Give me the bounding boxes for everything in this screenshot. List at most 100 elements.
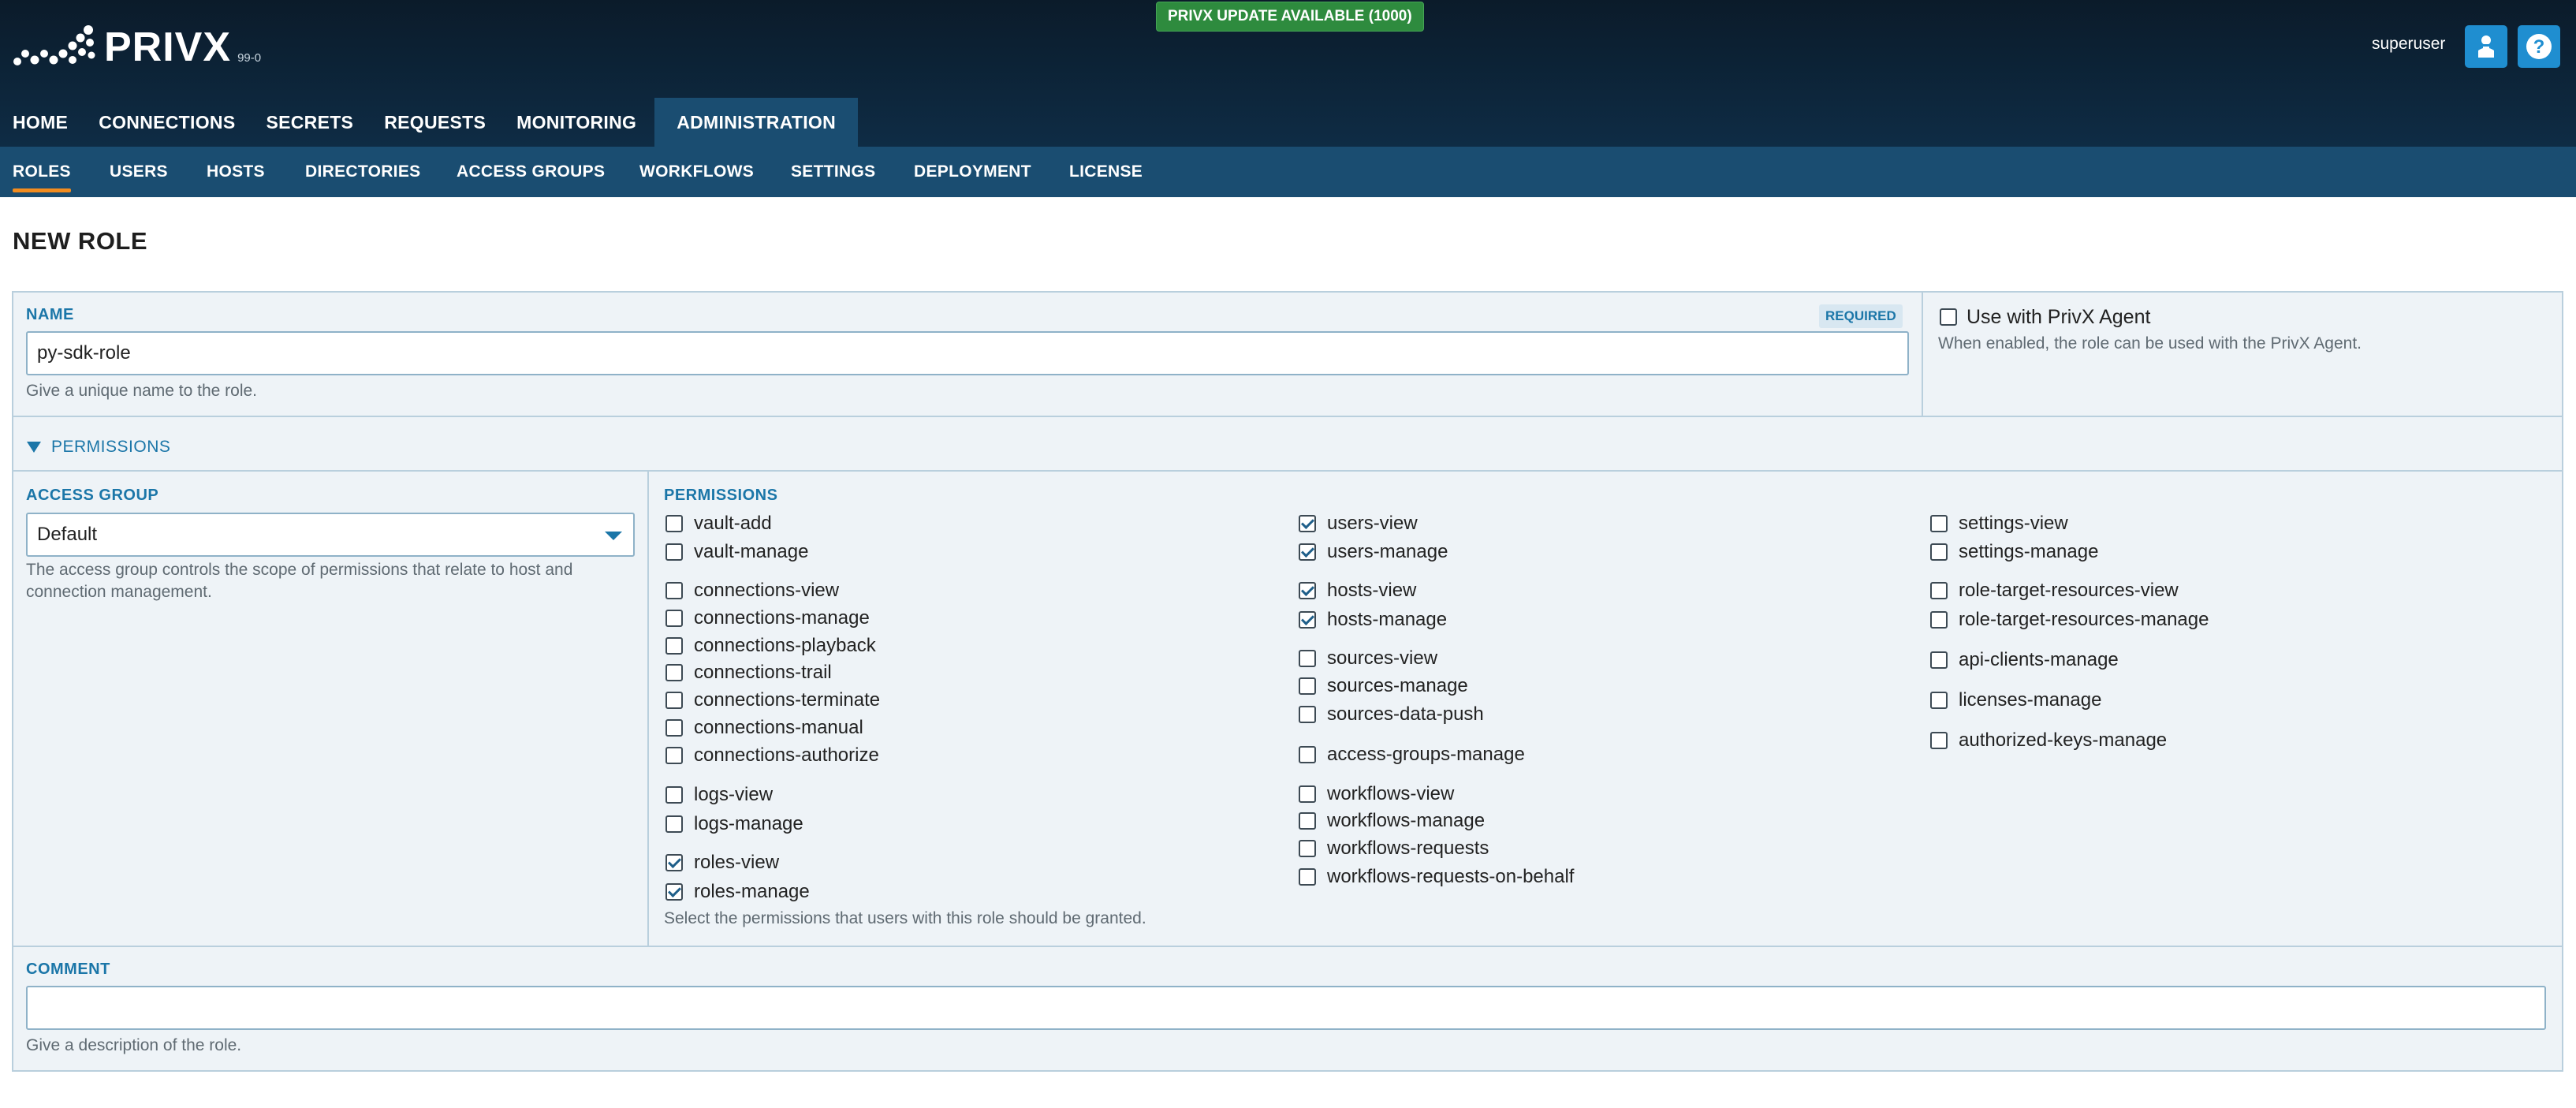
permission-checkbox[interactable] — [1299, 706, 1316, 723]
permission-checkbox[interactable] — [1299, 840, 1316, 857]
permission-authorized-keys-manage[interactable]: authorized-keys-manage — [1930, 727, 2167, 754]
permission-checkbox[interactable] — [1299, 677, 1316, 695]
permission-label: connections-terminate — [694, 689, 881, 711]
permission-checkbox[interactable] — [1299, 543, 1316, 561]
user-profile-button[interactable] — [2465, 25, 2507, 68]
permission-hosts-view[interactable]: hosts-view — [1299, 577, 1416, 604]
permission-settings-manage[interactable]: settings-manage — [1930, 539, 2098, 565]
permission-connections-playback[interactable]: connections-playback — [665, 632, 876, 659]
permission-label: roles-view — [694, 852, 780, 873]
nav-monitoring[interactable]: MONITORING — [504, 98, 649, 147]
nav-connections[interactable]: CONNECTIONS — [86, 98, 248, 147]
new-role-form — [12, 291, 2563, 1072]
permission-roles-view[interactable]: roles-view — [665, 849, 779, 876]
privx-logo[interactable]: PRIVX 99-0 — [13, 24, 261, 71]
permission-checkbox[interactable] — [1930, 692, 1948, 709]
permission-roles-manage[interactable]: roles-manage — [665, 879, 810, 905]
permission-checkbox[interactable] — [1930, 651, 1948, 669]
permission-checkbox[interactable] — [665, 582, 683, 599]
top-header: PRIVX 99-0 PRIVX UPDATE AVAILABLE (1000)… — [0, 0, 2576, 147]
permission-role-target-resources-view[interactable]: role-target-resources-view — [1930, 577, 2179, 604]
permission-connections-manual[interactable]: connections-manual — [665, 714, 863, 741]
permission-checkbox[interactable] — [665, 637, 683, 655]
permission-workflows-requests-on-behalf[interactable]: workflows-requests-on-behalf — [1299, 864, 1574, 890]
permission-role-target-resources-manage[interactable]: role-target-resources-manage — [1930, 606, 2209, 633]
permission-label: connections-trail — [694, 662, 832, 683]
permission-connections-manage[interactable]: connections-manage — [665, 605, 870, 632]
permission-users-view[interactable]: users-view — [1299, 510, 1418, 537]
nav-secrets[interactable]: SECRETS — [253, 98, 366, 147]
subnav-license[interactable]: LICENSE — [1069, 147, 1143, 197]
permission-connections-terminate[interactable]: connections-terminate — [665, 687, 880, 714]
subnav-roles[interactable]: ROLES — [13, 147, 71, 197]
permission-checkbox[interactable] — [1930, 732, 1948, 749]
permission-sources-data-push[interactable]: sources-data-push — [1299, 701, 1484, 728]
permission-access-groups-manage[interactable]: access-groups-manage — [1299, 741, 1525, 768]
subnav-workflows[interactable]: WORKFLOWS — [639, 147, 754, 197]
permission-checkbox[interactable] — [1930, 611, 1948, 629]
permission-checkbox[interactable] — [665, 610, 683, 627]
permission-logs-view[interactable]: logs-view — [665, 782, 773, 808]
permission-checkbox[interactable] — [1299, 582, 1316, 599]
nav-administration[interactable]: ADMINISTRATION — [654, 98, 859, 147]
permission-checkbox[interactable] — [665, 543, 683, 561]
permissions-section-toggle[interactable]: PERMISSIONS — [26, 438, 170, 457]
role-name-input[interactable] — [26, 331, 1909, 375]
subnav-access-groups[interactable]: ACCESS GROUPS — [457, 147, 605, 197]
permission-checkbox[interactable] — [665, 719, 683, 737]
app-version: 99-0 — [237, 50, 262, 65]
subnav-settings[interactable]: SETTINGS — [791, 147, 875, 197]
privx-agent-label: Use with PrivX Agent — [1966, 306, 2151, 328]
privx-agent-checkbox[interactable] — [1940, 308, 1957, 326]
permission-checkbox[interactable] — [665, 692, 683, 709]
permission-checkbox[interactable] — [665, 515, 683, 532]
permission-checkbox[interactable] — [1299, 868, 1316, 886]
permission-checkbox[interactable] — [665, 815, 683, 833]
permission-checkbox[interactable] — [665, 883, 683, 901]
permission-label: logs-manage — [694, 813, 803, 834]
permission-label: licenses-manage — [1959, 689, 2102, 711]
permission-checkbox[interactable] — [1299, 746, 1316, 763]
nav-home[interactable]: HOME — [0, 98, 80, 147]
permission-checkbox[interactable] — [665, 786, 683, 804]
update-available-badge[interactable]: PRIVX UPDATE AVAILABLE (1000) — [1156, 2, 1424, 32]
permission-licenses-manage[interactable]: licenses-manage — [1930, 687, 2101, 714]
permission-connections-view[interactable]: connections-view — [665, 577, 839, 604]
permission-label: roles-manage — [694, 881, 810, 902]
permission-vault-add[interactable]: vault-add — [665, 510, 772, 537]
subnav-directories[interactable]: DIRECTORIES — [305, 147, 420, 197]
permission-api-clients-manage[interactable]: api-clients-manage — [1930, 647, 2119, 673]
permission-checkbox[interactable] — [1299, 785, 1316, 803]
permission-checkbox[interactable] — [665, 854, 683, 871]
privx-agent-help: When enabled, the role can be used with … — [1938, 334, 2362, 353]
permission-sources-manage[interactable]: sources-manage — [1299, 673, 1468, 699]
current-user-name[interactable]: superuser — [2372, 35, 2445, 54]
permission-workflows-requests[interactable]: workflows-requests — [1299, 835, 1489, 862]
permission-checkbox[interactable] — [1930, 543, 1948, 561]
access-group-select[interactable]: Default — [26, 513, 635, 557]
permission-settings-view[interactable]: settings-view — [1930, 510, 2068, 537]
permission-hosts-manage[interactable]: hosts-manage — [1299, 606, 1447, 633]
permission-checkbox[interactable] — [665, 664, 683, 681]
permission-checkbox[interactable] — [1299, 650, 1316, 667]
permission-workflows-manage[interactable]: workflows-manage — [1299, 808, 1485, 834]
permission-vault-manage[interactable]: vault-manage — [665, 539, 808, 565]
permission-checkbox[interactable] — [1930, 515, 1948, 532]
subnav-users[interactable]: USERS — [110, 147, 168, 197]
permission-sources-view[interactable]: sources-view — [1299, 645, 1437, 672]
permission-checkbox[interactable] — [1299, 611, 1316, 629]
permission-checkbox[interactable] — [1930, 582, 1948, 599]
permission-connections-authorize[interactable]: connections-authorize — [665, 742, 879, 769]
comment-input[interactable] — [26, 986, 2546, 1030]
permission-checkbox[interactable] — [1299, 515, 1316, 532]
permission-logs-manage[interactable]: logs-manage — [665, 811, 803, 838]
help-button[interactable]: ? — [2518, 25, 2560, 68]
permission-users-manage[interactable]: users-manage — [1299, 539, 1448, 565]
nav-requests[interactable]: REQUESTS — [371, 98, 498, 147]
permission-checkbox[interactable] — [1299, 812, 1316, 830]
permission-connections-trail[interactable]: connections-trail — [665, 659, 832, 686]
permission-workflows-view[interactable]: workflows-view — [1299, 781, 1454, 808]
subnav-deployment[interactable]: DEPLOYMENT — [914, 147, 1031, 197]
permission-checkbox[interactable] — [665, 747, 683, 764]
subnav-hosts[interactable]: HOSTS — [207, 147, 265, 197]
